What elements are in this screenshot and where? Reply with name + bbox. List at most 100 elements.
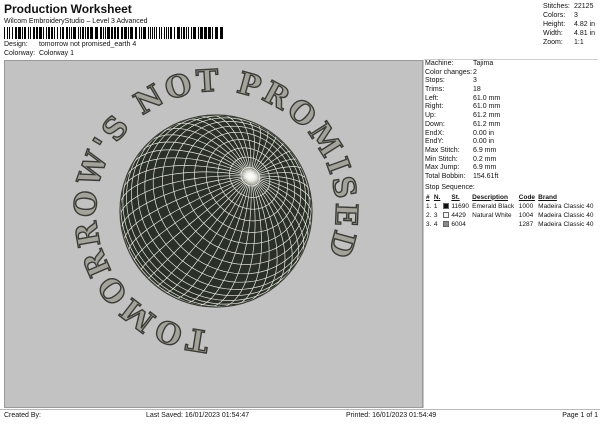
barcode-bar <box>188 27 189 39</box>
barcode-bar <box>43 27 44 39</box>
info-label: Min Stitch: <box>425 155 458 163</box>
barcode-bar <box>215 27 218 39</box>
info-value: 0.00 in <box>473 129 495 137</box>
stat-label: Colors: <box>543 12 566 19</box>
app-subtitle: Wilcom EmbroideryStudio – Level 3 Advanc… <box>4 18 148 25</box>
last-saved: Last Saved: 16/01/2023 01:54:47 <box>146 412 250 419</box>
design-label: Design: <box>4 41 28 48</box>
info-value: 3 <box>473 77 477 85</box>
stop-sequence-title: Stop Sequence: <box>425 183 475 191</box>
stop-sequence-body: 1. 1 11690 Emerald Black 1000 Madeira Classic… <box>425 202 598 229</box>
barcode-bar <box>87 27 89 39</box>
info-row: Up: 61.2 mm <box>425 112 598 121</box>
barcode-bar <box>4 27 5 39</box>
barcode-bar <box>28 27 29 39</box>
barcode-bar <box>208 27 211 39</box>
barcode-bar <box>60 27 61 39</box>
barcode-bar <box>30 27 31 39</box>
barcode-bar <box>150 27 151 39</box>
color-swatch <box>442 220 450 229</box>
barcode-bar <box>39 27 42 39</box>
stat-stitches: Stitches: 22125 <box>543 2 598 11</box>
barcode-bar <box>156 27 157 39</box>
thread-code: 1004 <box>518 211 534 219</box>
barcode-bar <box>78 27 79 39</box>
page-number: Page 1 of 1 <box>562 412 598 419</box>
barcode-bar <box>71 27 72 39</box>
table-row: 2. 3 4429 Natural White 1004 Madeira Classic … <box>425 211 598 220</box>
page-title: Production Worksheet <box>4 2 132 16</box>
machine-info-list: Machine: Tajima Color changes: 2 Stops: 3 Trim… <box>425 60 598 182</box>
barcode-bar <box>186 27 187 39</box>
globe-highlight <box>241 169 261 183</box>
barcode-bar <box>152 27 153 39</box>
barcode-bar <box>114 27 116 39</box>
barcode-bar <box>177 27 180 39</box>
stop-sequence-table: # N. . St. Description Code Brand 1.1 116… <box>425 193 598 229</box>
colorway-row: Colorway: Colorway 1 <box>4 49 74 58</box>
barcode-bar <box>12 27 13 39</box>
barcode-bar <box>9 27 10 39</box>
info-row: Min Stitch: 0.2 mm <box>425 156 598 165</box>
barcode-bar <box>183 27 185 39</box>
design-value: tomorrow not promised_earth 4 <box>38 41 137 48</box>
row-number: 3. <box>426 220 432 228</box>
printed-date: Printed: 16/01/2023 01:54:49 <box>346 412 437 419</box>
barcode-bar <box>168 27 169 39</box>
needle-number: 3 <box>433 211 438 219</box>
info-row: Machine: Tajima <box>425 60 598 69</box>
info-label: Max Stitch: <box>425 146 460 154</box>
info-value: 6.9 mm <box>473 164 497 172</box>
barcode-bar <box>200 27 203 39</box>
thread-brand: Madeira Classic 40 <box>538 220 594 228</box>
info-label: Max Jump: <box>425 164 460 172</box>
thread-brand: Madeira Classic 40 <box>538 202 594 210</box>
info-row: Max Stitch: 6.9 mm <box>425 147 598 156</box>
barcode-bar <box>7 27 8 39</box>
stat-colors: Colors: 3 <box>543 11 598 20</box>
colorway-label: Colorway: <box>4 50 36 57</box>
col-color: . <box>442 193 450 202</box>
info-row: Left: 61.0 mm <box>425 95 598 104</box>
barcode <box>4 27 223 39</box>
info-value: 18 <box>473 86 481 94</box>
barcode-bar <box>73 27 76 39</box>
info-row: Max Jump: 6.9 mm <box>425 164 598 173</box>
info-label: Trims: <box>425 86 445 94</box>
col-num: # <box>426 193 430 201</box>
stat-value: 1:1 <box>574 39 584 46</box>
barcode-bar <box>148 27 149 39</box>
barcode-bar <box>90 27 93 39</box>
barcode-bar <box>107 27 110 39</box>
info-label: Stops: <box>425 77 445 85</box>
barcode-bar <box>95 27 98 39</box>
barcode-bar <box>22 27 23 39</box>
barcode-bar <box>212 27 213 39</box>
barcode-bar <box>57 27 58 39</box>
info-value: 0.00 in <box>473 138 495 146</box>
barcode-bar <box>191 27 192 39</box>
col-n: N. <box>433 193 441 201</box>
barcode-bar <box>24 27 26 39</box>
barcode-bar <box>198 27 199 39</box>
thread-description <box>471 220 518 229</box>
info-value: 61.2 mm <box>473 112 501 120</box>
footer: Created By: Last Saved: 16/01/2023 01:54… <box>4 411 598 421</box>
barcode-bar <box>36 27 38 39</box>
barcode-bar <box>54 27 55 39</box>
row-number: 1. <box>426 202 432 210</box>
thread-color-swatch <box>442 220 449 227</box>
barcode-bar <box>121 27 123 39</box>
barcode-bar <box>161 27 162 39</box>
thread-brand: Madeira Classic 40 <box>538 211 594 219</box>
barcode-bar <box>66 27 68 39</box>
info-label: Up: <box>425 112 436 120</box>
design-stats: Stitches: 22125 Colors: 3 Height: 4.82 in W… <box>543 2 598 48</box>
barcode-bar <box>100 27 102 39</box>
table-row: 3. 4 6004 1287 Madeira Classic 40 <box>425 220 598 229</box>
stat-zoom: Zoom: 1:1 <box>543 38 598 47</box>
thread-description: Emerald Black <box>472 202 515 210</box>
info-value: 0.2 mm <box>473 155 497 163</box>
stat-value: 22125 <box>574 3 594 10</box>
barcode-bar <box>117 27 119 39</box>
